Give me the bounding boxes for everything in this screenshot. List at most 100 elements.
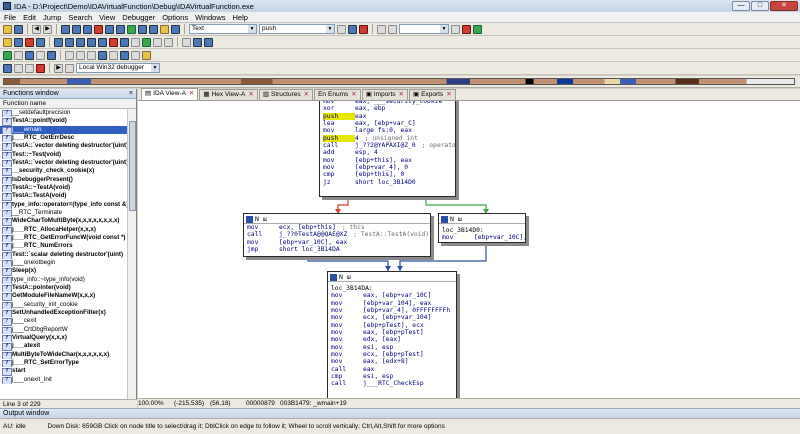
minimize-button[interactable]: — <box>732 1 750 11</box>
asm-line[interactable]: mov esi, esp <box>328 344 456 351</box>
op-user-icon[interactable] <box>142 37 151 47</box>
asm-line[interactable]: cmp esi, esp <box>328 373 456 380</box>
node-title-bar[interactable]: N ш <box>439 214 525 224</box>
xrefs-to-icon[interactable] <box>193 37 202 47</box>
asm-line[interactable]: mov ecx, [ebp+pTest] <box>328 351 456 358</box>
tab-ida-view-a[interactable]: ▤ IDA View-A ✕ <box>141 88 199 100</box>
start-process-icon[interactable]: ▶ <box>54 63 63 73</box>
node-color-icon[interactable] <box>441 215 448 223</box>
tab-structures[interactable]: ▥ Structures ✕ <box>258 89 314 100</box>
menu-help[interactable]: Help <box>233 13 248 22</box>
asm-line[interactable]: xor eax, ebp <box>320 105 455 112</box>
attach-icon[interactable] <box>65 63 74 73</box>
proximity-icon[interactable] <box>388 24 397 34</box>
navigation-band-strip[interactable] <box>3 78 795 85</box>
hex-icon[interactable] <box>25 37 34 47</box>
op-enum-icon[interactable] <box>109 37 118 47</box>
jump-icon[interactable] <box>105 24 114 34</box>
enum-icon[interactable] <box>36 50 45 60</box>
function-icon[interactable] <box>3 37 12 47</box>
function-list-item[interactable]: j___onexitbegin <box>0 259 128 268</box>
function-list-item[interactable]: TestA::~TestA(void) <box>0 184 128 193</box>
function-list-item[interactable]: TestA::`vector deleting destructor'(uint… <box>0 142 128 151</box>
function-list-item[interactable]: __security_check_cookie(x) <box>0 167 128 176</box>
asm-line[interactable]: mov [ebp+this], eax <box>320 157 455 164</box>
tab-close-icon[interactable]: ✕ <box>399 91 404 98</box>
text-search-icon[interactable] <box>61 24 70 34</box>
asm-line[interactable]: call j_??2@YAPAXI@Z_0 ; operator new(uint) <box>320 142 455 149</box>
run-icon[interactable] <box>473 24 482 34</box>
asm-line[interactable]: call eax <box>328 366 456 373</box>
array-icon[interactable] <box>160 24 169 34</box>
function-list-item[interactable]: j___CrtDbgReportW <box>0 326 128 334</box>
function-list-item[interactable]: IsDebuggerPresent() <box>0 176 128 184</box>
function-list-item[interactable]: j___atexit <box>0 342 128 351</box>
graph-node-constructor-call[interactable]: N ш mov ecx, [ebp+this]; this call j_??0Test… <box>243 213 431 257</box>
node-label[interactable]: loc_3B14D0: <box>439 227 525 234</box>
graph-overview-icon[interactable] <box>182 37 191 47</box>
menu-search[interactable]: Search <box>68 13 92 22</box>
tab-close-icon[interactable]: ✕ <box>189 90 194 97</box>
xref-icon[interactable] <box>116 24 125 34</box>
function-list-item[interactable]: TestA::`vector deleting destructor'(uint… <box>0 159 128 168</box>
op-hex-icon[interactable] <box>54 37 63 47</box>
cross-ref-icon[interactable] <box>109 50 118 60</box>
function-list-item[interactable]: MultiByteToWideChar(x,x,x,x,x,x) <box>0 351 128 359</box>
asm-line[interactable]: add esp, 4 <box>320 149 455 156</box>
graph-icon[interactable] <box>377 24 386 34</box>
menu-jump[interactable]: Jump <box>43 13 61 22</box>
asm-line[interactable]: call j_??0TestA@@QAE@XZ ; TestA::TestA(voi… <box>244 231 430 238</box>
back-icon[interactable]: ◀ <box>32 24 41 34</box>
asm-line[interactable]: cmp [ebp+this], 0 <box>320 171 455 178</box>
function-list-item[interactable]: Sleep(x) <box>0 267 128 276</box>
function-list-item[interactable]: TestA::pointer(void) <box>0 284 128 293</box>
search-type-select[interactable]: Text ▼ <box>189 24 257 34</box>
tab-hex-view-a[interactable]: ▦ Hex View-A ✕ <box>199 89 258 100</box>
data-icon[interactable] <box>138 24 147 34</box>
asm-line[interactable]: mov [ebp+pTest], ecx <box>328 322 456 329</box>
ascii-icon[interactable] <box>36 37 45 47</box>
asm-line[interactable]: mov ecx, [ebp+var_104] <box>328 314 456 321</box>
graph-node-main[interactable]: mov eax, ___security_cookie xor eax, ebp pus… <box>319 101 456 197</box>
asm-line[interactable]: mov [ebp+var_10C], eax <box>244 239 430 246</box>
function-list-item[interactable]: WideCharToMultiByte(x,x,x,x,x,x,x,x) <box>0 217 128 226</box>
function-list-item[interactable]: __setdefaultprecision <box>0 109 128 118</box>
asm-line[interactable]: mov eax, [ebp+pTest] <box>328 329 456 336</box>
function-list-item[interactable]: j___RTC_NumErrors <box>0 242 128 251</box>
asm-line[interactable]: mov large fs:0, eax <box>320 127 455 134</box>
asm-line[interactable]: jmp short loc_3B14DA <box>244 246 430 253</box>
menu-file[interactable]: File <box>4 13 16 22</box>
function-list-item[interactable]: j___wmain <box>0 125 128 134</box>
graph-node-loc-3b14d0[interactable]: N ш loc_3B14D0:mov [ebp+var_10C], 0 <box>438 213 526 243</box>
menu-edit[interactable]: Edit <box>23 13 36 22</box>
function-list-item[interactable]: j___cexit <box>0 317 128 326</box>
script-icon[interactable] <box>65 50 74 60</box>
asm-line[interactable]: mov [ebp+var_4], 0 <box>320 164 455 171</box>
asm-line[interactable]: mov edx, [eax] <box>328 336 456 343</box>
function-list-item[interactable]: type_info::~type_info(void) <box>0 276 128 284</box>
tab-close-icon[interactable]: ✕ <box>446 91 451 98</box>
pause-icon[interactable] <box>25 63 34 73</box>
ida-view-graph[interactable]: mov eax, ___security_cookie xor eax, ebp pus… <box>138 101 800 398</box>
step-over-icon[interactable] <box>14 63 23 73</box>
maximize-button[interactable]: □ <box>751 1 769 11</box>
save-icon[interactable] <box>14 24 23 34</box>
node-color-icon[interactable] <box>246 215 253 223</box>
function-list-item[interactable]: GetModuleFileNameW(x,x,x) <box>0 292 128 301</box>
stop-icon[interactable] <box>462 24 471 34</box>
idc-icon[interactable] <box>76 50 85 60</box>
function-list-item[interactable]: j___security_init_cookie <box>0 301 128 309</box>
function-list-item[interactable]: start <box>0 367 128 376</box>
function-list-item[interactable]: VirtualQuery(x,x,x) <box>0 334 128 343</box>
function-list-item[interactable]: TestA::TestA(void) <box>0 192 128 201</box>
python-icon[interactable] <box>87 50 96 60</box>
function-list-item[interactable]: j___RTC_GetErrorFuncW(void const *) <box>0 234 128 243</box>
asm-line[interactable]: jz short loc_3B14D0 <box>320 179 455 186</box>
step-into-icon[interactable] <box>3 63 12 73</box>
asm-line[interactable]: mov eax, [edx+8] <box>328 358 456 365</box>
op-char-icon[interactable] <box>76 37 85 47</box>
bookmark-icon[interactable] <box>142 50 151 60</box>
function-list-item[interactable]: j___RTC_AllocaHelper(x,x,x) <box>0 226 128 234</box>
function-name-column-header[interactable]: Function name <box>0 99 136 109</box>
asm-line[interactable]: mov ecx, [ebp+this] ; this <box>244 224 430 231</box>
